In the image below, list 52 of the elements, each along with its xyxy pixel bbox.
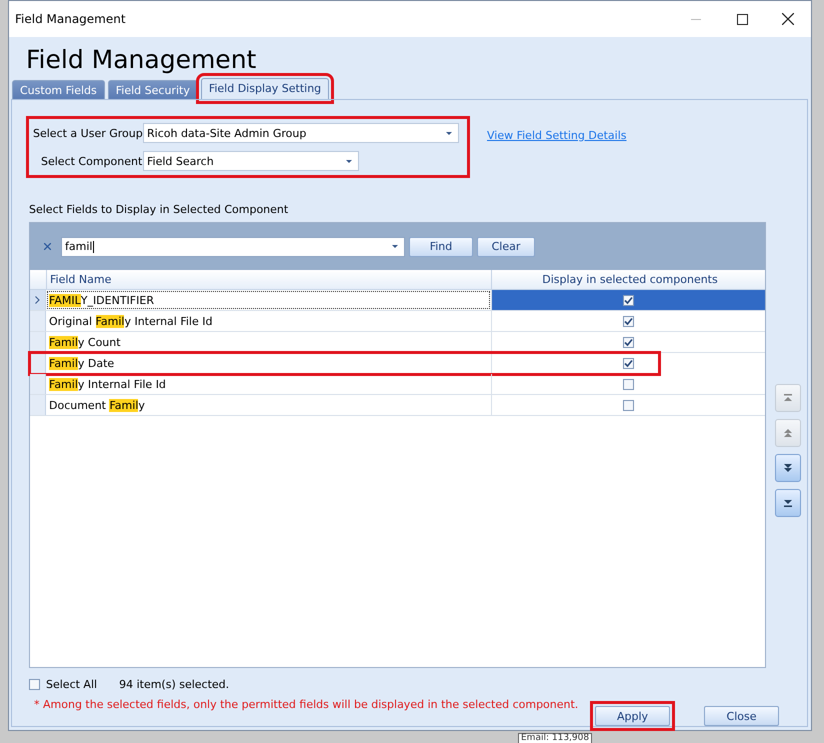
move-bottom-arrow-icon bbox=[782, 498, 794, 508]
warning-note: * Among the selected fields, only the permitted fields will be displayed in the selected component. bbox=[34, 698, 578, 711]
table-cell-text: Document Family bbox=[48, 398, 146, 414]
caret-icon bbox=[346, 160, 352, 162]
close-icon bbox=[782, 13, 794, 25]
checkbox[interactable] bbox=[623, 316, 634, 326]
column-header: Display in selected components bbox=[491, 270, 765, 289]
minimize-icon bbox=[691, 18, 701, 20]
caret-icon bbox=[446, 132, 452, 134]
clear-button[interactable]: Clear bbox=[477, 236, 535, 256]
field-label: Select a User Group bbox=[33, 126, 143, 140]
table-row[interactable]: Family Internal File Id bbox=[30, 374, 765, 395]
column-header: Field Name bbox=[46, 270, 491, 289]
table-row[interactable]: Family Date bbox=[30, 353, 659, 374]
checkbox[interactable] bbox=[29, 679, 40, 690]
table-row[interactable]: Family Count bbox=[30, 332, 765, 353]
table-row[interactable]: Document Family bbox=[30, 395, 765, 416]
selection-count: 94 item(s) selected. bbox=[119, 678, 230, 691]
table-cell-text: Family Date bbox=[48, 356, 116, 372]
table-cell-text: Family Internal File Id bbox=[48, 376, 167, 392]
maximize-icon bbox=[736, 14, 748, 24]
row-pointer-icon bbox=[35, 296, 40, 304]
checkbox[interactable] bbox=[623, 358, 634, 368]
move-button[interactable] bbox=[775, 454, 801, 482]
table-row[interactable]: Original Family Internal File Id bbox=[30, 311, 765, 332]
table-cell-text: Family Count bbox=[48, 334, 122, 350]
move-down-arrow-icon bbox=[782, 463, 794, 473]
checkbox-label: Select All bbox=[46, 678, 98, 691]
checkbox[interactable] bbox=[623, 336, 634, 348]
move-button[interactable] bbox=[775, 489, 801, 517]
search-field[interactable]: famil bbox=[61, 236, 405, 256]
table-cell-text: Original Family Internal File Id bbox=[48, 314, 214, 330]
details-link[interactable]: View Field Setting Details bbox=[487, 129, 627, 175]
caret-icon bbox=[392, 245, 398, 248]
dropdown[interactable]: Field Search bbox=[143, 151, 359, 171]
move-up-arrow-icon bbox=[782, 428, 794, 438]
background-label: Email: 113,908 bbox=[518, 733, 592, 743]
dropdown[interactable]: Ricoh data-Site Admin Group bbox=[143, 123, 459, 143]
dialog-button[interactable]: Close bbox=[704, 706, 779, 726]
checkbox[interactable] bbox=[623, 378, 634, 390]
tab[interactable]: Field Security bbox=[108, 80, 198, 99]
checkbox[interactable] bbox=[623, 294, 634, 306]
checkbox[interactable] bbox=[623, 400, 634, 410]
clear-icon[interactable] bbox=[44, 243, 51, 250]
section-label: Select Fields to Display in Selected Component bbox=[29, 203, 290, 216]
page-heading: Field Management bbox=[25, 44, 258, 76]
field-label: Select Component bbox=[40, 154, 143, 168]
move-top-arrow-icon bbox=[782, 393, 794, 403]
tab[interactable]: Custom Fields bbox=[12, 80, 105, 99]
dialog-button[interactable]: Apply bbox=[595, 706, 670, 726]
window-title: Field Management bbox=[15, 12, 127, 26]
find-button[interactable]: Find bbox=[409, 236, 473, 256]
